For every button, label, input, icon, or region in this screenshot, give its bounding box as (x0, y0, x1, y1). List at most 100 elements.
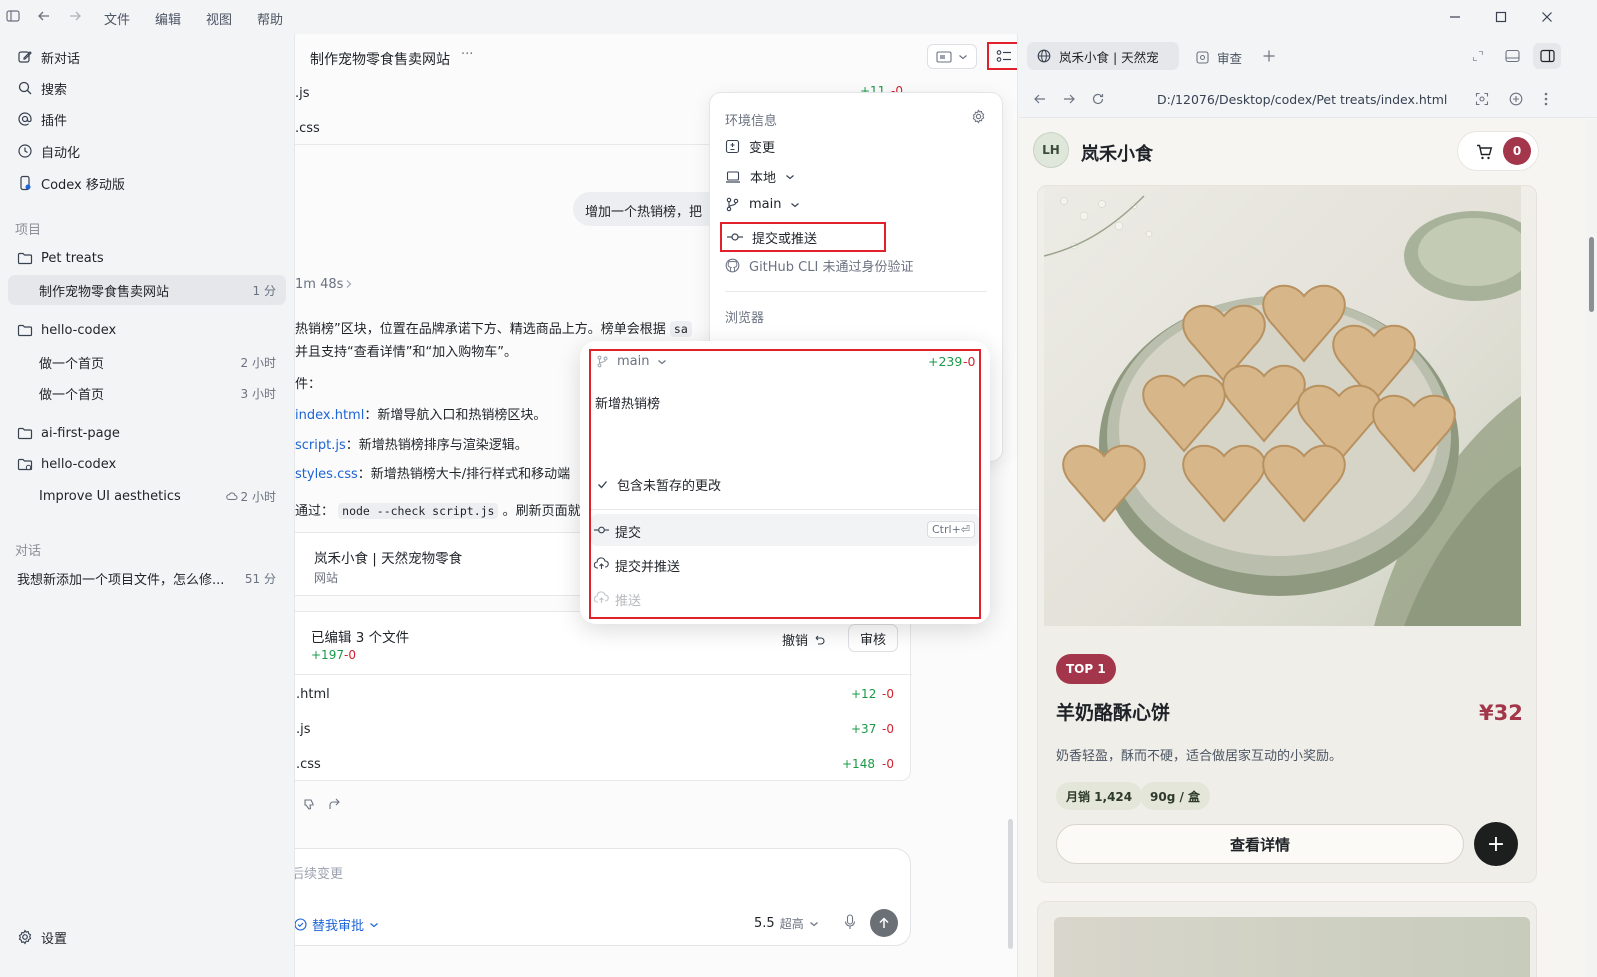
view-details-button[interactable]: 查看详情 (1056, 824, 1464, 864)
project-hello-codex[interactable]: hello-codex (8, 315, 286, 345)
table-row[interactable]: .js +37 -0 (295, 711, 912, 745)
thread-item[interactable]: 做一个首页 3 小时 (8, 378, 286, 408)
thumbs-down-icon[interactable] (303, 798, 316, 811)
menu-edit[interactable]: 编辑 (155, 9, 181, 28)
at-icon (17, 111, 33, 127)
env-item-label: 提交或推送 (752, 231, 818, 247)
maximize-button[interactable] (1492, 8, 1510, 26)
expand-icon[interactable] (1472, 50, 1484, 62)
sidebar-item-codex-mobile[interactable]: Codex 移动版 (8, 168, 286, 198)
project-hello-codex-cloud[interactable]: hello-codex (8, 449, 286, 479)
environment-panel-button[interactable] (987, 42, 1017, 70)
push-option[interactable]: 推送 (591, 582, 979, 614)
more-vertical-icon[interactable] (1543, 91, 1549, 107)
site-preview-card[interactable]: 岚禾小食 | 天然宠物零食 网站 (295, 532, 605, 596)
project-ai-first-page[interactable]: ai-first-page (8, 418, 286, 448)
chat-scrollbar[interactable] (1008, 819, 1013, 949)
address-bar: D:/12076/Desktop/codex/Pet treats/index.… (1019, 80, 1597, 118)
approval-mode-selector[interactable]: 替我审批 (295, 915, 379, 934)
share-icon[interactable] (328, 798, 341, 811)
summary-line: styles.css：新增热销榜大卡/排行样式和移动端 (295, 463, 570, 482)
chevron-down-icon (657, 358, 667, 366)
scrollbar-thumb[interactable] (1589, 237, 1594, 312)
add-to-cart-button[interactable]: + (1474, 822, 1518, 866)
commit-branch-selector[interactable]: main (596, 354, 667, 369)
weight-tag-text: 90g / 盒 (1150, 789, 1201, 804)
environment-toggle[interactable] (927, 44, 977, 69)
laptop-icon (725, 170, 741, 184)
file-name: .css (295, 121, 320, 136)
sidebar-item-plugins[interactable]: 插件 (8, 104, 286, 134)
env-item-local[interactable]: 本地 (725, 167, 795, 186)
project-name: Pet treats (41, 250, 104, 266)
thread-title: 做一个首页 (39, 387, 105, 403)
site-name[interactable]: 岚禾小食 (1081, 140, 1153, 166)
table-row[interactable]: .html +12 -0 (295, 676, 912, 710)
push-label: 推送 (615, 594, 642, 609)
product-card-next (1037, 901, 1537, 977)
commit-message-input[interactable]: 新增热销榜 (595, 393, 660, 412)
forward-arrow-icon[interactable] (68, 9, 82, 23)
browser-tab-active[interactable]: 岚禾小食 | 天然宠 (1027, 42, 1179, 70)
table-row[interactable]: .css +148 -0 (295, 746, 912, 780)
file-link[interactable]: script.js (295, 438, 346, 453)
panel-icon[interactable] (1505, 49, 1520, 63)
undo-button[interactable]: 撤销 (782, 630, 825, 649)
thread-time: 2 小时 (240, 355, 276, 370)
more-options-button[interactable]: ··· (461, 47, 473, 62)
env-item-github-cli[interactable]: GitHub CLI 未通过身份验证 (725, 256, 913, 275)
forward-arrow-icon[interactable] (1062, 92, 1076, 106)
thread-item[interactable]: 做一个首页 2 小时 (8, 347, 286, 377)
edit-icon (17, 49, 33, 65)
env-item-changes[interactable]: 变更 (725, 137, 775, 156)
sidebar-item-search[interactable]: 搜索 (8, 73, 286, 103)
commit-option[interactable]: 提交 Ctrl+⏎ (591, 514, 979, 546)
new-tab-icon[interactable] (1262, 49, 1276, 63)
menu-help[interactable]: 帮助 (257, 9, 283, 28)
sidebar-item-label: 插件 (41, 113, 68, 129)
thread-item-active[interactable]: 制作宠物零食售卖网站 1 分 (8, 275, 286, 305)
browser-tab-inspect[interactable]: 审查 (1196, 48, 1242, 67)
side-panel-toggle[interactable] (1533, 43, 1561, 69)
page-scrollbar[interactable] (1586, 119, 1597, 977)
browser-section-label: 浏览器 (725, 311, 765, 326)
commit-push-option[interactable]: 提交并推送 (591, 548, 979, 580)
back-arrow-icon[interactable] (37, 9, 51, 23)
elapsed-time[interactable]: 1m 48s (295, 277, 343, 292)
cart-button[interactable]: 0 (1457, 131, 1539, 171)
screenshot-icon[interactable] (1475, 92, 1489, 106)
back-arrow-icon[interactable] (1033, 92, 1047, 106)
composer-input[interactable]: 后续变更 (295, 863, 343, 882)
file-additions: +12 (851, 687, 877, 701)
menu-view[interactable]: 视图 (206, 9, 232, 28)
refresh-icon[interactable] (1091, 92, 1105, 106)
microphone-icon[interactable] (844, 914, 856, 930)
project-pet-treats[interactable]: Pet treats (8, 243, 286, 273)
project-name: hello-codex (41, 322, 117, 338)
file-link[interactable]: index.html (295, 408, 364, 423)
settings-button[interactable]: 设置 (8, 922, 286, 952)
menu-file[interactable]: 文件 (104, 9, 130, 28)
send-button[interactable] (870, 909, 898, 937)
commit-deletions: -0 (963, 354, 976, 369)
sidebar-toggle-icon[interactable] (6, 9, 20, 23)
file-link[interactable]: styles.css (295, 467, 358, 482)
url-field[interactable]: D:/12076/Desktop/codex/Pet treats/index.… (1157, 92, 1447, 107)
review-button[interactable]: 审核 (848, 624, 898, 652)
gear-icon[interactable] (971, 109, 986, 124)
add-circle-icon[interactable] (1509, 92, 1523, 106)
site-logo[interactable]: LH (1033, 132, 1069, 168)
env-item-commit-push[interactable]: 提交或推送 (720, 222, 886, 252)
env-item-branch[interactable]: main (725, 197, 800, 212)
model-selector[interactable]: 5.5 超高 (754, 915, 819, 932)
arrow-up-icon (878, 917, 890, 929)
include-unstaged-checkbox[interactable]: 包含未暂存的更改 (597, 475, 721, 494)
sidebar-item-automation[interactable]: 自动化 (8, 136, 286, 166)
sidebar-item-new-chat[interactable]: 新对话 (8, 42, 286, 72)
minimize-button[interactable] (1446, 8, 1464, 26)
close-button[interactable] (1538, 8, 1556, 26)
chevron-down-icon (809, 920, 819, 928)
conversation-item[interactable]: 我想新添加一个项目文件，怎么修... 51 分 (8, 563, 286, 593)
project-name: ai-first-page (41, 425, 120, 441)
thread-item[interactable]: Improve UI aesthetics 2 小时 (8, 481, 286, 511)
